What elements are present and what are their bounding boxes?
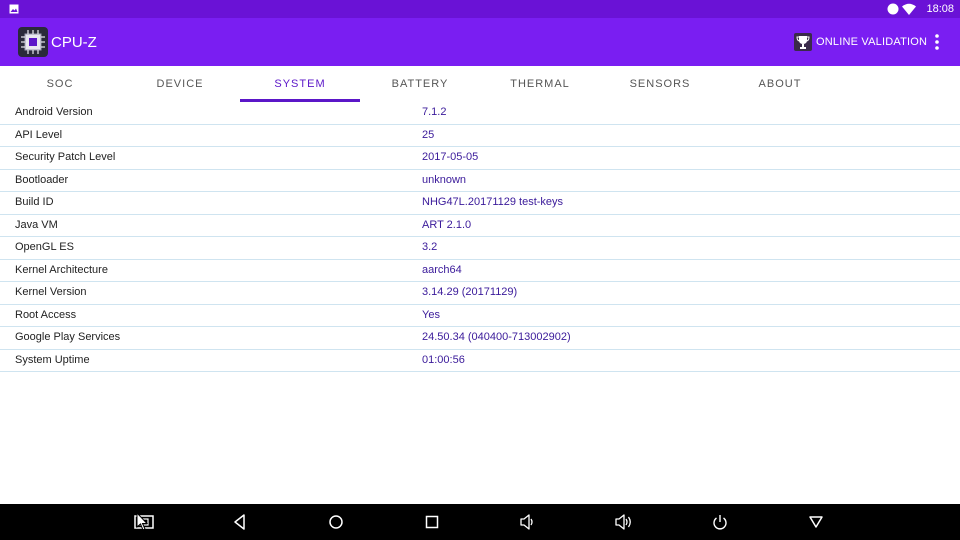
- tab-label: SOC: [46, 78, 74, 90]
- app-title: CPU-Z: [51, 34, 97, 51]
- info-key: Kernel Version: [15, 286, 87, 298]
- info-value: 25: [422, 128, 435, 141]
- home-icon[interactable]: [326, 513, 346, 531]
- online-validation-label: ONLINE VALIDATION: [816, 36, 928, 48]
- tab-label: SYSTEM: [274, 78, 326, 90]
- tab-sensors[interactable]: SENSORS: [600, 66, 720, 102]
- recents-icon[interactable]: [422, 513, 442, 531]
- tab-label: BATTERY: [391, 78, 449, 90]
- tab-label: DEVICE: [156, 78, 204, 90]
- wifi-icon: [902, 3, 916, 15]
- tab-battery[interactable]: BATTERY: [360, 66, 480, 102]
- info-value: 01:00:56: [422, 353, 465, 366]
- mouse-pointer-icon: [136, 512, 149, 531]
- overflow-menu-icon[interactable]: [930, 32, 944, 52]
- info-key: Java VM: [15, 218, 58, 231]
- online-validation-button[interactable]: ONLINE VALIDATION: [794, 30, 927, 54]
- info-key: Build ID: [15, 196, 54, 208]
- info-row-kernel-version: Kernel Version 3.14.29 (20171129): [0, 282, 960, 305]
- app-bar: CPU-Z ONLINE VALIDATION: [0, 18, 960, 66]
- tab-device[interactable]: DEVICE: [120, 66, 240, 102]
- info-row-build-id: Build ID NHG47L.20171129 test-keys: [0, 192, 960, 215]
- info-row-bootloader: Bootloader unknown: [0, 170, 960, 192]
- info-value: 3.2: [422, 241, 438, 253]
- navigation-bar: [0, 504, 960, 540]
- info-row-system-uptime: System Uptime 01:00:56: [0, 350, 960, 372]
- info-value: Yes: [422, 308, 440, 321]
- system-info-list: Android Version 7.1.2 API Level 25 Securit…: [0, 102, 960, 372]
- info-row-root-access: Root Access Yes: [0, 305, 960, 327]
- info-key: Kernel Architecture: [15, 263, 108, 276]
- info-key: Root Access: [15, 308, 77, 321]
- info-value: aarch64: [422, 263, 462, 276]
- info-row-kernel-architecture: Kernel Architecture aarch64: [0, 260, 960, 282]
- info-row-api-level: API Level 25: [0, 125, 960, 147]
- info-key: API Level: [15, 128, 63, 141]
- info-key: Security Patch Level: [15, 151, 116, 163]
- power-icon[interactable]: [710, 513, 730, 531]
- volume-up-icon[interactable]: [614, 513, 634, 531]
- info-row-security-patch: Security Patch Level 2017-05-05: [0, 147, 960, 170]
- tab-thermal[interactable]: THERMAL: [480, 66, 600, 102]
- status-time: 18:08: [926, 3, 954, 15]
- info-value: 7.1.2: [422, 106, 447, 118]
- tab-label: THERMAL: [510, 78, 570, 90]
- status-circle-icon: [887, 3, 899, 15]
- status-bar: 18:08: [0, 0, 960, 18]
- tab-soc[interactable]: SOC: [0, 66, 120, 102]
- tab-system[interactable]: SYSTEM: [240, 66, 360, 102]
- trophy-icon: [794, 33, 812, 51]
- tab-label: SENSORS: [629, 78, 691, 90]
- info-key: Google Play Services: [15, 331, 121, 343]
- cpu-z-logo-icon: [18, 27, 48, 57]
- info-row-android-version: Android Version 7.1.2: [0, 102, 960, 125]
- info-value: NHG47L.20171129 test-keys: [422, 196, 564, 208]
- tab-bar: SOC DEVICE SYSTEM BATTERY THERMAL SENSOR…: [0, 66, 960, 102]
- image-notification-icon: [9, 4, 19, 14]
- volume-down-icon[interactable]: [518, 513, 538, 531]
- info-key: Bootloader: [15, 173, 69, 186]
- info-row-google-play-services: Google Play Services 24.50.34 (040400-713…: [0, 327, 960, 350]
- dropdown-icon[interactable]: [806, 513, 826, 531]
- info-value: 2017-05-05: [422, 151, 479, 163]
- info-row-java-vm: Java VM ART 2.1.0: [0, 215, 960, 237]
- tab-label: ABOUT: [758, 78, 802, 90]
- info-key: Android Version: [15, 106, 93, 118]
- info-value: unknown: [422, 173, 467, 186]
- info-value: ART 2.1.0: [422, 218, 472, 231]
- info-row-opengl-es: OpenGL ES 3.2: [0, 237, 960, 260]
- info-value: 3.14.29 (20171129): [422, 286, 518, 298]
- info-value: 24.50.34 (040400-713002902): [422, 331, 571, 343]
- back-icon[interactable]: [230, 513, 250, 531]
- info-key: System Uptime: [15, 353, 90, 366]
- tab-about[interactable]: ABOUT: [720, 66, 840, 102]
- info-key: OpenGL ES: [15, 241, 74, 253]
